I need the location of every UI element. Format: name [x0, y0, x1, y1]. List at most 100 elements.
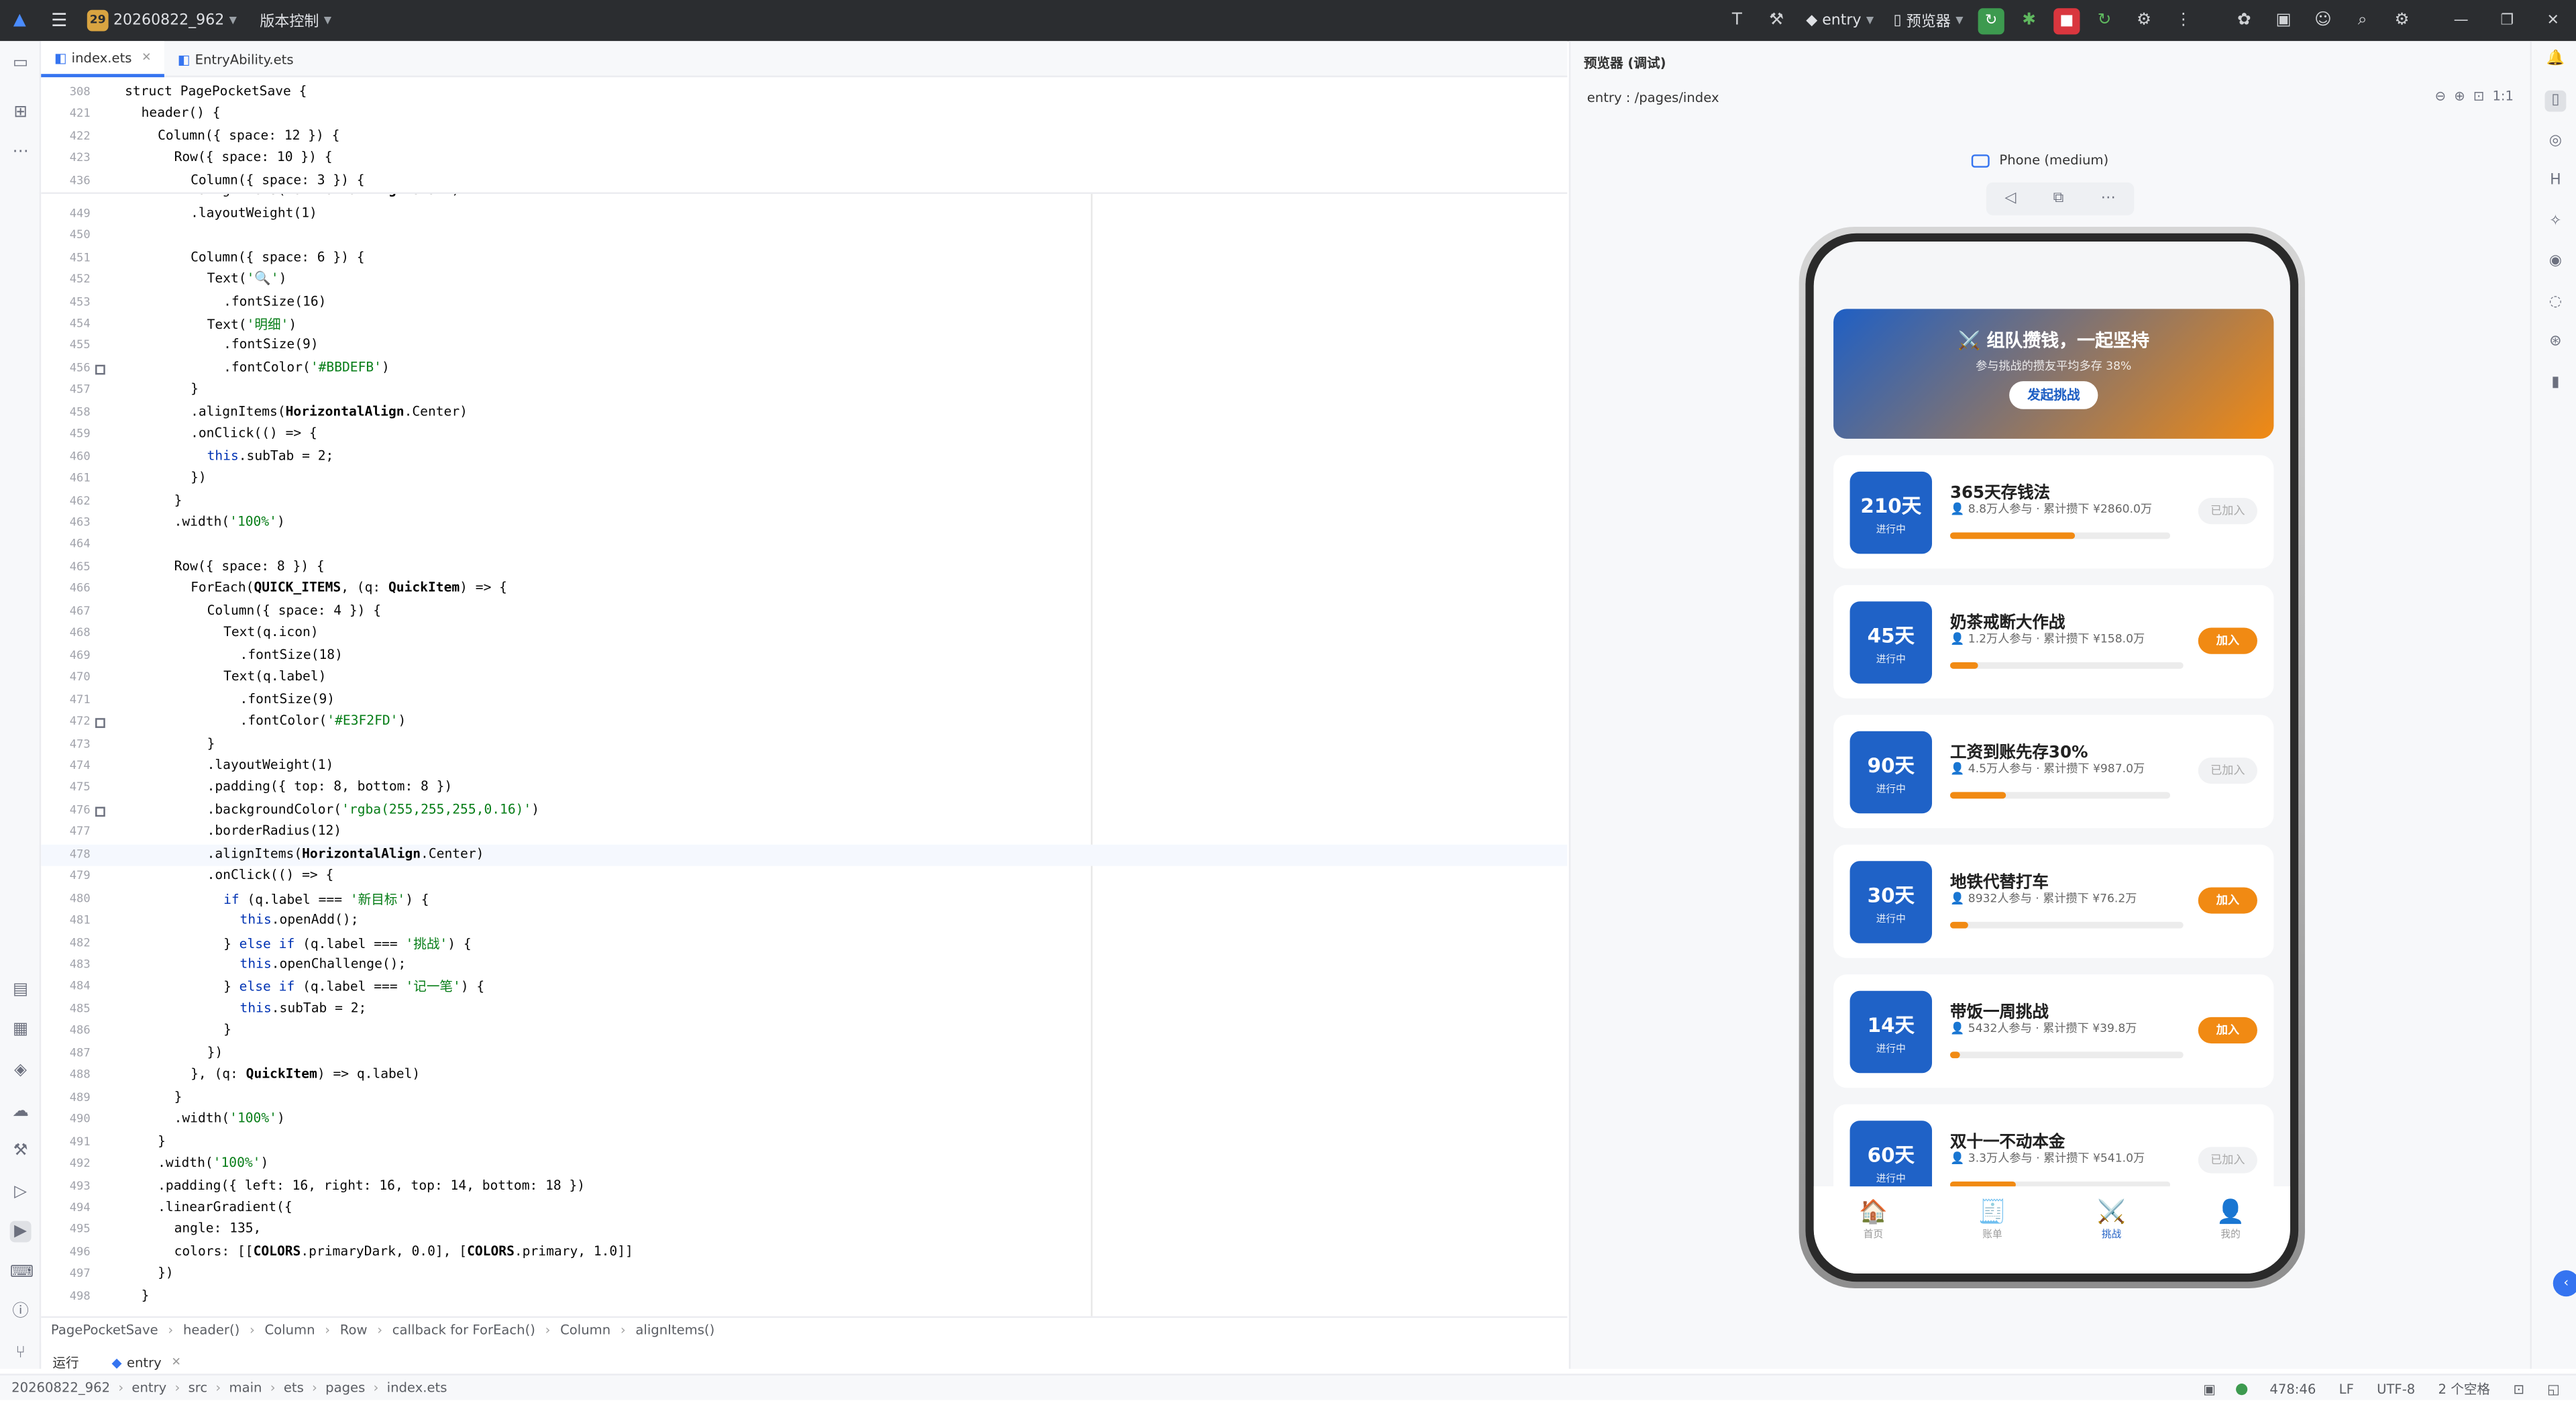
services-icon[interactable]: ☁: [10, 1101, 32, 1123]
main-menu-icon[interactable]: ☰: [49, 10, 68, 32]
code-line[interactable]: colors: [[COLORS.primaryDark, 0.0], [COL…: [174, 1244, 633, 1259]
search-icon[interactable]: ⌕: [2351, 9, 2374, 32]
code-line[interactable]: ForEach(QUICK_ITEMS, (q: QuickItem) => {: [191, 580, 507, 595]
zoom-label[interactable]: 1:1: [2492, 89, 2514, 103]
line-ending[interactable]: LF: [2339, 1381, 2354, 1396]
profiler-tool-icon[interactable]: ◈: [10, 1060, 32, 1082]
code-line[interactable]: }: [191, 382, 199, 397]
code-line[interactable]: Text('🔍'): [207, 271, 287, 286]
code-line[interactable]: .alignItems(HorizontalAlign.Center): [207, 846, 484, 861]
code-line[interactable]: .padding({ top: 8, bottom: 8 }): [207, 780, 453, 794]
code-line[interactable]: }: [223, 1023, 231, 1037]
code-line[interactable]: Column({ space: 3 }) {: [191, 172, 365, 187]
code-line[interactable]: .width('100%'): [158, 1155, 268, 1170]
code-line[interactable]: .fontSize(16): [223, 293, 326, 308]
code-line[interactable]: this.subTab = 2;: [207, 448, 334, 463]
code-line[interactable]: }: [174, 1089, 182, 1104]
status-path-item[interactable]: 20260822_962: [11, 1380, 110, 1395]
code-line[interactable]: }: [158, 1133, 166, 1148]
color-swatch-icon[interactable]: [95, 364, 105, 375]
zoom-out-icon[interactable]: ⊖: [2434, 89, 2445, 103]
chevron-down-icon[interactable]: ▼: [229, 15, 237, 26]
code-line[interactable]: Row({ space: 8 }) {: [174, 558, 325, 573]
gradle-icon[interactable]: ◎: [2545, 132, 2567, 153]
more-icon[interactable]: ⋮: [2172, 9, 2195, 32]
close-tab-icon[interactable]: ✕: [142, 51, 151, 64]
close-icon[interactable]: ✕: [2530, 12, 2576, 28]
start-challenge-button[interactable]: 发起挑战: [2009, 381, 2098, 409]
project-folder-icon[interactable]: ▭: [10, 52, 32, 74]
chevron-down-icon[interactable]: ▼: [324, 15, 331, 26]
joined-button[interactable]: 已加入: [2198, 757, 2257, 784]
status-path-item[interactable]: index.ets: [387, 1380, 447, 1395]
git-icon[interactable]: ⑂: [10, 1343, 32, 1364]
challenge-card[interactable]: 90天 进行中 工资到账先存30% 👤 4.5万人参与 · 累计攒下 ¥987.0万已…: [1833, 715, 2274, 829]
more-tools-icon[interactable]: ⋯: [10, 142, 32, 163]
collapse-arrow-icon[interactable]: ‹: [2553, 1270, 2576, 1297]
code-line[interactable]: Column({ space: 4 }) {: [207, 603, 382, 617]
code-line[interactable]: .borderRadius(12): [207, 824, 342, 839]
join-button[interactable]: 加入: [2198, 627, 2257, 654]
challenge-card[interactable]: 30天 进行中 地铁代替打车 👤 8932人参与 · 累计攒下 ¥76.2万 加入: [1833, 844, 2274, 958]
tab-home[interactable]: 🏠 首页: [1832, 1200, 1914, 1274]
code-line[interactable]: .layoutWeight(1): [191, 205, 317, 219]
code-line[interactable]: }: [142, 1288, 150, 1302]
maximize-icon[interactable]: ❐: [2484, 12, 2530, 28]
code-line[interactable]: Text(q.icon): [223, 625, 319, 639]
code-line[interactable]: }): [158, 1265, 174, 1280]
tab-entryability-ets[interactable]: ◧ EntryAbility.ets: [164, 41, 307, 77]
fit-icon[interactable]: ⊡: [2473, 89, 2484, 103]
code-line[interactable]: .onClick(() => {: [191, 426, 317, 441]
challenge-card[interactable]: 45天 进行中 奶茶戒断大作战 👤 1.2万人参与 · 累计攒下 ¥158.0万 加入: [1833, 584, 2274, 698]
profiler-icon[interactable]: ⚙: [2133, 9, 2155, 32]
settings-icon[interactable]: ⚙: [2390, 9, 2413, 32]
stop-icon[interactable]: ■: [2053, 7, 2080, 34]
breadcrumb-item[interactable]: alignItems(): [635, 1322, 714, 1337]
joined-button[interactable]: 已加入: [2198, 1147, 2257, 1174]
tab-bills[interactable]: 🧾 账单: [1951, 1200, 2033, 1274]
code-editor[interactable]: ✓ 448.alignItems(HorizontalAlign.Start)4…: [41, 79, 1568, 1316]
entry-run-tab[interactable]: ◆ entry ✕: [112, 1355, 181, 1369]
todo-icon[interactable]: ▤: [10, 980, 32, 1001]
code-line[interactable]: }): [207, 1045, 223, 1059]
terminal-icon[interactable]: ⌨: [10, 1262, 34, 1284]
code-line[interactable]: .onClick(() => {: [207, 868, 334, 883]
status-path-item[interactable]: ets: [284, 1380, 304, 1395]
device-manager-icon[interactable]: ✿: [2233, 9, 2255, 32]
join-button[interactable]: 加入: [2198, 1017, 2257, 1044]
assistant-icon[interactable]: ✧: [2545, 212, 2567, 234]
account-icon[interactable]: ☺: [2312, 9, 2334, 32]
more-icon[interactable]: ⋯: [2101, 191, 2116, 207]
tab-index-ets[interactable]: ◧ index.ets ✕: [41, 41, 165, 78]
notifications-icon[interactable]: 🔔: [2545, 49, 2567, 70]
minimize-icon[interactable]: —: [2438, 12, 2484, 28]
code-line[interactable]: }: [207, 735, 215, 750]
log-icon[interactable]: ▦: [10, 1019, 32, 1040]
tab-challenge[interactable]: ⚔️ 挑战: [2070, 1200, 2152, 1274]
code-line[interactable]: Row({ space: 10 }) {: [174, 150, 333, 165]
database-icon[interactable]: ◉: [2545, 252, 2567, 273]
code-line[interactable]: }: [174, 492, 182, 507]
code-line[interactable]: .backgroundColor('rgba(255,255,255,0.16)…: [207, 802, 539, 817]
translate-icon[interactable]: T: [1725, 9, 1748, 32]
code-line[interactable]: .linearGradient({: [158, 1200, 292, 1214]
run-config-selector[interactable]: ◆ entry ▼: [1806, 12, 1874, 28]
sticky-scope-header[interactable]: 308 struct PagePocketSave {421 header() {4…: [41, 79, 1568, 194]
code-line[interactable]: .layoutWeight(1): [207, 758, 334, 772]
code-line[interactable]: if (q.label === '新目标') {: [223, 890, 429, 909]
code-line[interactable]: .padding({ left: 16, right: 16, top: 14,…: [158, 1178, 585, 1192]
memory-icon[interactable]: ◱: [2547, 1381, 2560, 1396]
run-tab[interactable]: 运行: [52, 1353, 78, 1371]
breadcrumb-item[interactable]: Column: [560, 1322, 610, 1337]
breadcrumb-item[interactable]: callback for ForEach(): [392, 1322, 535, 1337]
rotate-icon[interactable]: ⧉: [2053, 191, 2064, 207]
vcs-menu[interactable]: 版本控制: [260, 10, 319, 31]
zoom-in-icon[interactable]: ⊕: [2454, 89, 2465, 103]
color-swatch-icon[interactable]: [95, 718, 105, 729]
problems-icon[interactable]: ⓘ: [10, 1302, 32, 1323]
code-line[interactable]: Column({ space: 12 }) {: [158, 128, 339, 143]
run-icon[interactable]: ▷: [10, 1182, 32, 1203]
rerun-icon[interactable]: ↻: [1978, 7, 2004, 34]
indent-setting[interactable]: 2 个空格: [2438, 1380, 2490, 1398]
joined-button[interactable]: 已加入: [2198, 498, 2257, 525]
